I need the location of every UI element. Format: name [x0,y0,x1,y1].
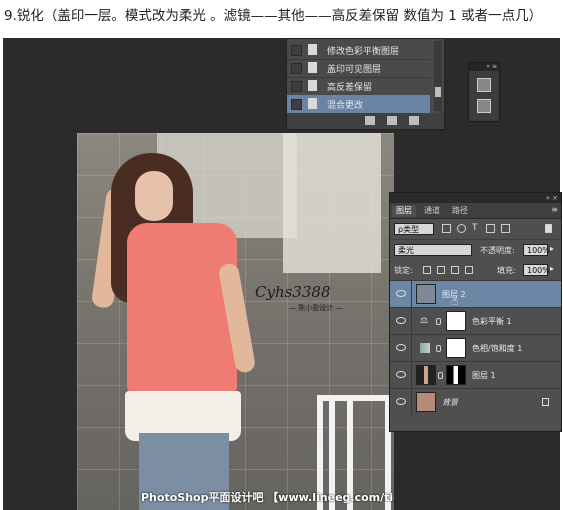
filter-kind-select[interactable]: ρ类型 [394,223,434,235]
chevron-down-icon[interactable]: ▸ [550,244,554,253]
mask-thumbnail[interactable] [446,311,466,331]
blend-row: 柔光 不透明度: 100% ▸ [390,240,561,260]
divider [411,362,412,388]
watermark-text: PhotoShop平面设计吧 【www.lineeg.com/tieba/178… [141,491,394,504]
blend-mode-select[interactable]: 柔光 [394,244,472,256]
layer-thumbnail [416,365,436,385]
history-item-label: 修改色彩平衡图层 [327,47,400,57]
pixel-filter-icon[interactable] [442,224,451,233]
panel-menu-icon[interactable]: ≡ [551,205,558,214]
history-item-label: 混合更改 [327,101,364,111]
link-icon[interactable] [436,345,441,352]
new-snapshot-icon[interactable] [365,116,375,125]
history-scrollbar[interactable] [434,41,442,111]
adjustment-filter-icon[interactable] [457,224,466,233]
visibility-eye-icon[interactable] [396,344,406,351]
layers-panel: « × 图层 通道 路径 ≡ ρ类型 T 柔光 不透明度: 100% ▸ 锁定: [389,192,562,432]
divider [411,389,412,415]
shape-filter-icon[interactable] [486,224,495,233]
link-icon[interactable] [438,372,443,379]
signature-text: Cyhs3388 [255,283,331,301]
layer-row[interactable]: 图层 2 ☝ [390,280,561,308]
face-shape [135,171,173,221]
camera-icon[interactable] [387,116,397,125]
fill-label: 填充: [497,266,516,275]
visibility-eye-icon[interactable] [396,371,406,378]
panel-topbar[interactable]: « × [390,193,561,203]
mouse-cursor-icon: ☝ [451,294,459,308]
photoshop-workspace: 修改色彩平衡图层 盖印可见图层 高反差保留 混合更改 » ≡ Cyhs3388 … [3,38,562,510]
trash-icon[interactable] [409,116,419,125]
chevron-down-icon[interactable]: ▸ [550,264,554,273]
lock-all-icon[interactable] [465,266,473,274]
fill-input[interactable]: 100% [523,264,550,276]
document-icon [308,62,317,73]
tab-layers[interactable]: 图层 [392,205,416,217]
document-icon [308,44,317,55]
pink-shirt-shape [127,223,237,393]
tab-paths[interactable]: 路径 [448,205,472,217]
layer-row[interactable]: ⚖ 色彩平衡 1 [390,307,561,334]
layer-thumbnail [416,284,436,304]
checkbox[interactable] [291,99,302,110]
history-item[interactable]: 高反差保留 [287,77,430,96]
type-filter-icon[interactable]: T [472,223,481,233]
palette-icon[interactable] [477,78,491,92]
checkbox[interactable] [291,81,302,92]
history-item[interactable]: 盖印可见图层 [287,59,430,78]
history-footer [287,113,444,129]
checkbox[interactable] [291,45,302,56]
history-panel: 修改色彩平衡图层 盖印可见图层 高反差保留 混合更改 [286,38,445,130]
divider [411,281,412,307]
link-icon[interactable] [436,318,441,325]
lock-move-icon[interactable] [451,266,459,274]
grid-icon[interactable] [477,99,491,113]
layer-row[interactable]: 图层 1 [390,361,561,388]
layer-filter-row: ρ类型 T [390,219,561,240]
history-item-label: 盖印可见图层 [327,65,382,75]
visibility-eye-icon[interactable] [396,398,406,405]
color-balance-icon: ⚖ [420,316,429,326]
history-item-selected[interactable]: 混合更改 [287,95,430,114]
layer-row[interactable]: 背景 [390,388,561,415]
smart-filter-icon[interactable] [501,224,510,233]
divider [411,335,412,361]
checkbox[interactable] [291,63,302,74]
lock-row: 锁定: 填充: 100% ▸ [390,260,561,280]
lock-label: 锁定: [394,266,413,275]
collapsed-panel-dock: » ≡ [468,62,500,122]
history-item[interactable]: 修改色彩平衡图层 [287,41,430,60]
dock-header[interactable]: » ≡ [469,63,499,71]
document-icon [308,98,317,109]
layer-name[interactable]: 色相/饱和度 1 [472,343,522,354]
history-item-label: 高反差保留 [327,83,373,93]
document-icon [308,80,317,91]
document-canvas[interactable]: Cyhs3388 — 陈小盈设计 — PhotoShop平面设计吧 【www.l… [77,133,394,510]
lock-paint-icon[interactable] [437,266,445,274]
layer-thumbnail [416,392,436,412]
opacity-input[interactable]: 100% [523,244,550,256]
instruction-caption: 9.锐化（盖印一层。模式改为柔光 。滤镜——其他——高反差保留 数值为 1 或者… [4,8,543,24]
visibility-eye-icon[interactable] [396,290,406,297]
mask-thumbnail[interactable] [446,365,466,385]
lock-icon [542,398,549,406]
scroll-thumb[interactable] [435,87,441,97]
layer-name[interactable]: 背景 [442,397,458,408]
signature-subtext: — 陈小盈设计 — [289,304,343,312]
visibility-eye-icon[interactable] [396,317,406,324]
layer-row[interactable]: 色相/饱和度 1 [390,334,561,361]
opacity-label: 不透明度: [480,246,515,255]
tab-channels[interactable]: 通道 [420,205,444,217]
filter-toggle-icon[interactable] [545,224,552,233]
panel-tabs: 图层 通道 路径 ≡ [390,203,561,219]
lock-transparent-icon[interactable] [423,266,431,274]
mask-thumbnail[interactable] [446,338,466,358]
layer-name[interactable]: 色彩平衡 1 [472,316,512,327]
layer-name[interactable]: 图层 1 [472,370,496,381]
divider [411,308,412,334]
hue-saturation-icon [420,343,430,353]
